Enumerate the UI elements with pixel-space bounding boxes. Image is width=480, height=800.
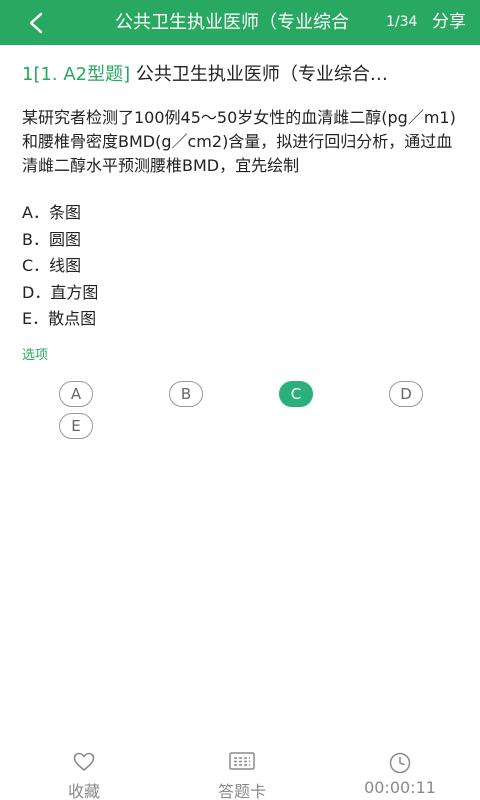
answer-choice-e[interactable]: E [59,413,93,439]
answer-card-icon [229,752,255,770]
option-e: E．散点图 [22,309,97,328]
question-heading: 1[1. A2型题] 公共卫生执业医师（专业综合… [22,62,467,88]
option-c: C．线图 [22,256,82,275]
answer-choice-a[interactable]: A [59,381,93,407]
question-heading-text: 公共卫生执业医师（专业综合… [135,64,388,85]
back-button[interactable] [14,0,58,45]
question-progress: 1/34 [386,14,418,30]
header-title: 公共卫生执业医师（专业综合 [115,12,349,33]
heart-icon [73,752,95,771]
option-a: A．条图 [22,203,81,222]
answer-section-label: 选项 [22,348,49,363]
answer-card-button[interactable]: 答题卡 [182,740,302,800]
share-button[interactable]: 分享 [432,0,466,45]
option-list: A．条图 B．圆图 C．线图 D．直方图 E．散点图 [22,200,462,333]
option-b: B．圆图 [22,229,81,249]
top-header: 公共卫生执业医师（专业综合 1/34 分享 [0,0,480,45]
bottom-toolbar: 收藏 答题卡 00:00:11 [0,740,480,800]
question-stem: 某研究者检测了100例45～50岁女性的血清雌二醇(pg／m1)和腰椎骨密度BM… [22,108,456,175]
question-number: 1 [22,64,34,85]
question-type-tag: [1. A2型题] [33,64,131,85]
answer-card-label: 答题卡 [217,782,266,800]
chevron-left-icon [29,12,43,33]
option-d: D．直方图 [22,282,99,302]
timer-display: 00:00:11 [340,740,460,800]
app-root: 公共卫生执业医师（专业综合 1/34 分享 1[1. A2型题] 公共卫生执业医… [0,0,480,800]
favorite-button[interactable]: 收藏 [24,740,144,800]
answer-choice-d[interactable]: D [389,381,423,407]
answer-choice-b[interactable]: B [169,381,203,407]
timer-label: 00:00:11 [364,778,436,797]
clock-icon [389,752,411,774]
answer-choice-c[interactable]: C [279,381,313,407]
favorite-label: 收藏 [67,782,100,800]
